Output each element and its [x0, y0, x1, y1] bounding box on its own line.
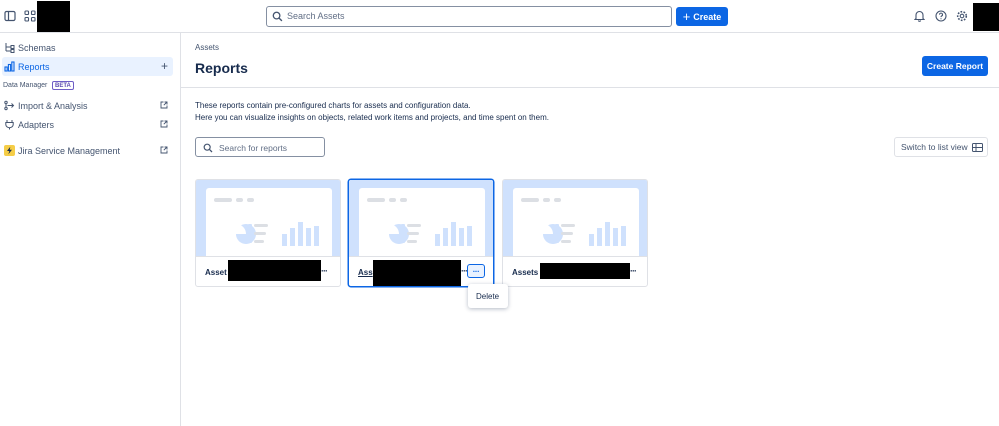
switch-to-list-view-button[interactable]: Switch to list view	[894, 137, 988, 157]
sidebar	[0, 33, 181, 426]
report-preview	[196, 180, 340, 256]
report-name-redacted	[373, 260, 461, 286]
sidebar-item-import-analysis[interactable]: Import & Analysis	[0, 96, 181, 115]
more-actions-menu: Delete	[468, 284, 508, 308]
more-actions-button[interactable]: ···	[467, 264, 485, 278]
notifications-bell-icon[interactable]	[913, 9, 928, 23]
page-title: Reports	[195, 60, 248, 76]
report-card[interactable]: Assets ···	[502, 179, 648, 287]
jira-service-management-icon	[4, 145, 15, 156]
sidebar-item-label: Adapters	[18, 120, 55, 130]
plus-icon: +	[682, 8, 691, 24]
report-preview	[503, 180, 647, 256]
search-placeholder: Search Assets	[287, 11, 345, 21]
report-name: Ass	[358, 268, 373, 277]
report-preview-illustration	[214, 198, 319, 246]
header-divider	[181, 87, 999, 88]
import-icon	[4, 100, 15, 111]
report-name: Asset	[205, 268, 227, 277]
profile-avatar-redacted[interactable]	[973, 3, 999, 31]
add-report-icon[interactable]: +	[161, 59, 168, 73]
create-button[interactable]: + Create	[676, 7, 728, 26]
report-card[interactable]: Asset ···	[195, 179, 341, 287]
top-navigation-bar: Search Assets + Create	[0, 0, 999, 33]
help-icon[interactable]	[935, 9, 949, 23]
create-button-label: Create	[693, 11, 722, 22]
sidebar-item-schemas[interactable]: Schemas	[0, 38, 181, 57]
beta-badge: BETA	[52, 81, 74, 90]
list-view-icon	[972, 143, 983, 152]
description-line-2: Here you can visualize insights on objec…	[195, 113, 549, 122]
report-name-redacted	[228, 260, 321, 281]
report-card-footer: Asset ···	[196, 256, 340, 286]
external-link-icon	[160, 120, 168, 128]
breadcrumb[interactable]: Assets	[195, 43, 219, 52]
more-options-icon[interactable]: ···	[630, 266, 637, 276]
create-report-button[interactable]: Create Report	[922, 56, 988, 76]
delete-menu-item[interactable]: Delete	[476, 292, 499, 301]
report-name-redacted	[540, 263, 630, 279]
settings-gear-icon[interactable]	[956, 9, 970, 23]
report-preview-illustration	[367, 198, 472, 246]
plug-icon	[4, 119, 15, 130]
report-preview	[349, 180, 493, 256]
site-logo-redacted	[37, 1, 70, 32]
sidebar-item-reports[interactable]: Reports +	[2, 57, 173, 76]
external-link-icon	[160, 101, 168, 109]
global-search-input[interactable]: Search Assets	[266, 6, 672, 27]
sidebar-toggle-icon[interactable]	[4, 9, 18, 23]
search-placeholder: Search for reports	[219, 143, 288, 153]
description-line-1: These reports contain pre-configured cha…	[195, 101, 471, 110]
data-manager-label: Data Manager	[3, 82, 48, 89]
switch-view-label: Switch to list view	[901, 142, 968, 152]
app-switcher-icon[interactable]	[24, 9, 38, 23]
sidebar-item-jira-service-management[interactable]: Jira Service Management	[0, 141, 181, 160]
report-name: Assets	[512, 268, 539, 277]
sidebar-item-label: Jira Service Management	[18, 146, 121, 156]
more-options-icon[interactable]: ···	[321, 266, 328, 276]
schema-tree-icon	[4, 42, 15, 53]
external-link-icon	[160, 146, 168, 154]
sidebar-item-adapters[interactable]: Adapters	[0, 115, 181, 134]
sidebar-item-label: Import & Analysis	[18, 101, 88, 111]
report-search-input[interactable]: Search for reports	[195, 137, 325, 157]
search-icon	[203, 143, 213, 153]
search-icon	[272, 11, 283, 22]
report-card-footer: Assets ···	[503, 256, 647, 286]
sidebar-item-label: Schemas	[18, 43, 56, 53]
bar-chart-icon	[4, 61, 15, 72]
sidebar-item-label: Reports	[18, 62, 50, 72]
report-preview-illustration	[521, 198, 626, 246]
